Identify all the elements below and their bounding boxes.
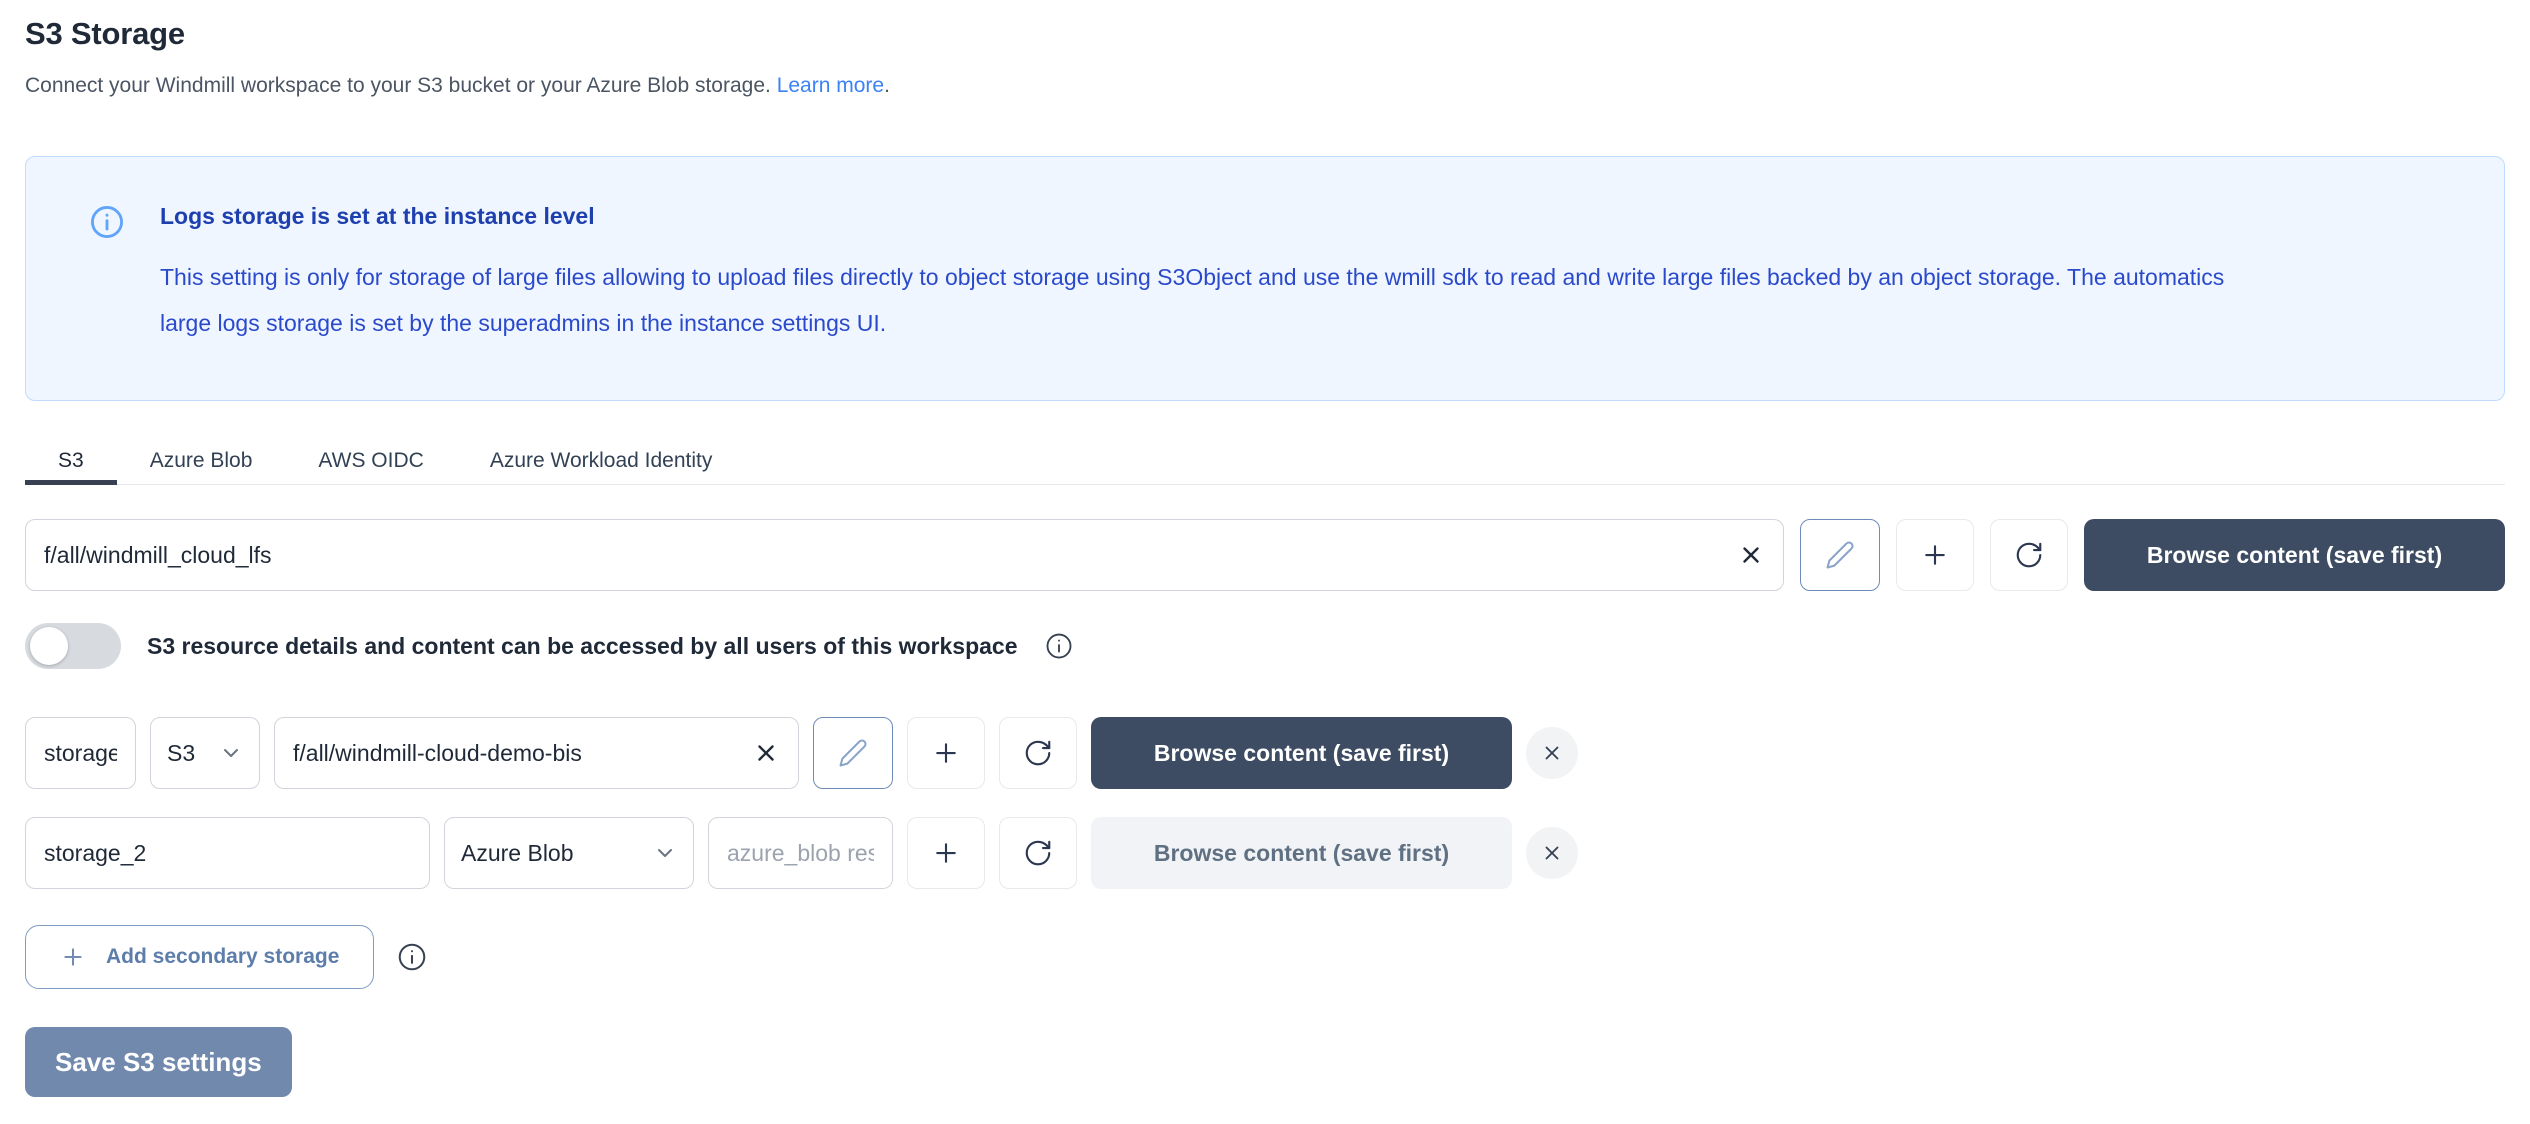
info-icon[interactable] <box>1044 631 1074 661</box>
secondary-storage-1-resource-wrap <box>274 717 799 789</box>
secondary-storage-2-resource-input[interactable] <box>708 817 893 889</box>
remove-secondary-storage-2-button[interactable] <box>1526 827 1578 879</box>
toggle-knob <box>30 627 68 665</box>
tab-aws-oidc[interactable]: AWS OIDC <box>285 441 456 485</box>
create-secondary-storage-2-resource-button[interactable] <box>907 817 985 889</box>
workspace-access-toggle-row: S3 resource details and content can be a… <box>25 623 2505 669</box>
x-icon <box>753 740 779 766</box>
plus-icon <box>931 838 961 868</box>
pencil-icon <box>1825 540 1855 570</box>
page-title: S3 Storage <box>25 16 2505 52</box>
logs-storage-info-banner: Logs storage is set at the instance leve… <box>25 156 2505 401</box>
secondary-storage-2-type-value: Azure Blob <box>461 840 574 867</box>
clear-primary-resource-button[interactable] <box>1734 538 1768 572</box>
alert-title: Logs storage is set at the instance leve… <box>160 203 2240 230</box>
save-s3-settings-button[interactable]: Save S3 settings <box>25 1027 292 1097</box>
secondary-storage-1-type-select[interactable]: S3 <box>150 717 260 789</box>
clear-secondary-storage-1-resource-button[interactable] <box>749 736 783 770</box>
info-icon <box>88 203 126 346</box>
tab-s3[interactable]: S3 <box>25 441 117 485</box>
alert-content: Logs storage is set at the instance leve… <box>160 203 2240 346</box>
secondary-storage-2-name-input[interactable] <box>25 817 430 889</box>
edit-primary-resource-button[interactable] <box>1800 519 1880 591</box>
plus-icon <box>1920 540 1950 570</box>
chevron-down-icon <box>219 741 243 765</box>
x-icon <box>1541 742 1563 764</box>
remove-secondary-storage-1-button[interactable] <box>1526 727 1578 779</box>
primary-resource-input-wrap <box>25 519 1784 591</box>
primary-resource-input[interactable] <box>25 519 1784 591</box>
page-description-text: Connect your Windmill workspace to your … <box>25 74 771 97</box>
refresh-secondary-storage-2-resource-button[interactable] <box>999 817 1077 889</box>
tab-azure-blob[interactable]: Azure Blob <box>117 441 286 485</box>
refresh-icon <box>2014 540 2044 570</box>
refresh-primary-resource-button[interactable] <box>1990 519 2068 591</box>
create-secondary-storage-1-resource-button[interactable] <box>907 717 985 789</box>
workspace-access-toggle[interactable] <box>25 623 121 669</box>
pencil-icon <box>838 738 868 768</box>
add-secondary-storage-label: Add secondary storage <box>106 945 339 969</box>
page-description: Connect your Windmill workspace to your … <box>25 74 2505 98</box>
add-secondary-storage-row: Add secondary storage <box>25 925 2505 989</box>
storage-type-tabs: S3 Azure Blob AWS OIDC Azure Workload Id… <box>25 441 2505 485</box>
add-secondary-storage-button[interactable]: Add secondary storage <box>25 925 374 989</box>
s3-storage-settings-page: S3 Storage Connect your Windmill workspa… <box>0 0 2530 1124</box>
secondary-storage-1-name-input[interactable] <box>25 717 136 789</box>
primary-storage-row: Browse content (save first) <box>25 519 2505 591</box>
chevron-down-icon <box>653 841 677 865</box>
plus-icon <box>60 944 86 970</box>
browse-primary-content-button[interactable]: Browse content (save first) <box>2084 519 2505 591</box>
x-icon <box>1738 542 1764 568</box>
secondary-storage-1-resource-input[interactable] <box>274 717 799 789</box>
learn-more-link[interactable]: Learn more <box>777 74 884 97</box>
plus-icon <box>931 738 961 768</box>
refresh-secondary-storage-1-resource-button[interactable] <box>999 717 1077 789</box>
page-description-period: . <box>884 74 890 97</box>
secondary-storage-2-resource-wrap <box>708 817 893 889</box>
x-icon <box>1541 842 1563 864</box>
create-primary-resource-button[interactable] <box>1896 519 1974 591</box>
secondary-storage-1-type-value: S3 <box>167 740 195 767</box>
browse-secondary-storage-1-content-button[interactable]: Browse content (save first) <box>1091 717 1512 789</box>
secondary-storage-row-2: Azure Blob Bro <box>25 817 2505 889</box>
secondary-storage-row-1: S3 <box>25 717 2505 789</box>
tab-azure-workload-identity[interactable]: Azure Workload Identity <box>457 441 746 485</box>
workspace-access-toggle-label: S3 resource details and content can be a… <box>147 633 1018 660</box>
info-icon[interactable] <box>396 941 428 973</box>
secondary-storage-2-type-select[interactable]: Azure Blob <box>444 817 694 889</box>
refresh-icon <box>1023 738 1053 768</box>
edit-secondary-storage-1-resource-button[interactable] <box>813 717 893 789</box>
browse-secondary-storage-2-content-button: Browse content (save first) <box>1091 817 1512 889</box>
alert-body: This setting is only for storage of larg… <box>160 254 2240 346</box>
refresh-icon <box>1023 838 1053 868</box>
